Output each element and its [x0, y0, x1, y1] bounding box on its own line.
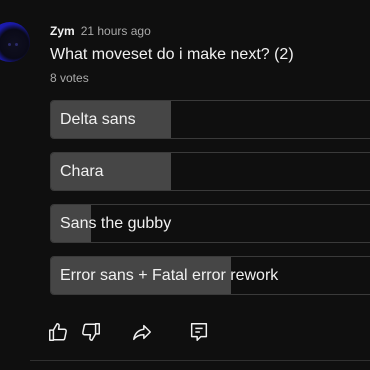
- poll-question: What moveset do i make next? (2): [50, 46, 294, 63]
- thumbs-down-icon: [82, 323, 100, 341]
- comment-button[interactable]: [187, 320, 211, 344]
- avatar-eye-right: [15, 43, 18, 46]
- comment-icon: [190, 323, 208, 341]
- poll-option[interactable]: Sans the gubby: [50, 204, 370, 243]
- poll-option[interactable]: Delta sans: [50, 100, 370, 139]
- like-button[interactable]: [46, 320, 70, 344]
- author-name[interactable]: Zym: [50, 24, 75, 38]
- poll-option-label: Sans the gubby: [60, 215, 172, 232]
- divider: [30, 360, 370, 361]
- avatar[interactable]: [0, 22, 30, 62]
- poll-option-label: Delta sans: [60, 111, 136, 128]
- share-button[interactable]: [130, 320, 154, 344]
- share-icon: [133, 324, 151, 341]
- poll-option[interactable]: Chara: [50, 152, 370, 191]
- avatar-eye-left: [8, 43, 11, 46]
- community-post: Zym 21 hours ago What moveset do i make n…: [0, 0, 370, 370]
- dislike-button[interactable]: [79, 320, 103, 344]
- post-timestamp[interactable]: 21 hours ago: [81, 24, 151, 38]
- poll-option-label: Error sans + Fatal error rework: [60, 267, 279, 284]
- thumbs-up-icon: [49, 323, 67, 341]
- poll-option-label: Chara: [60, 163, 104, 180]
- author-line: Zym 21 hours ago: [50, 23, 151, 39]
- vote-count: 8 votes: [50, 71, 89, 85]
- poll-option[interactable]: Error sans + Fatal error rework: [50, 256, 370, 295]
